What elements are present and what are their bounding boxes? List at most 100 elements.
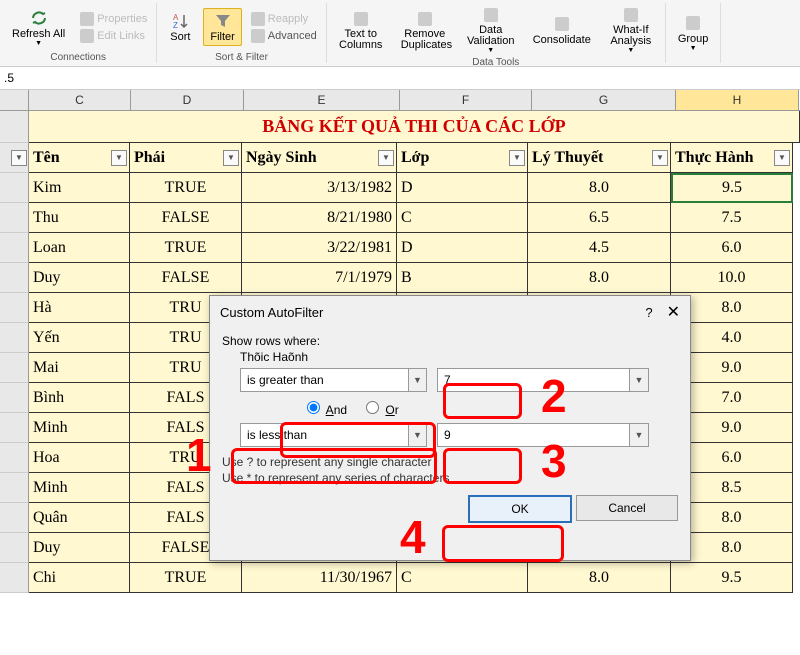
col-G[interactable]: G	[532, 90, 676, 110]
cell[interactable]: Hoa	[29, 443, 130, 473]
cell[interactable]: TRUE	[130, 563, 242, 593]
condition2-select[interactable]: ▼	[240, 423, 427, 447]
cell[interactable]: Mai	[29, 353, 130, 383]
col-H[interactable]: H	[676, 90, 799, 110]
filter-icon[interactable]: ▼	[509, 150, 525, 166]
cell[interactable]: Minh	[29, 473, 130, 503]
cell[interactable]: Loan	[29, 233, 130, 263]
chevron-down-icon[interactable]: ▼	[408, 369, 426, 391]
filter-icon[interactable]: ▼	[774, 150, 790, 166]
filter-icon[interactable]: ▼	[652, 150, 668, 166]
header-lythuyet[interactable]: Lý Thuyết▼	[528, 143, 671, 173]
cell[interactable]: Minh	[29, 413, 130, 443]
cell[interactable]: Duy	[29, 533, 130, 563]
select-all-corner[interactable]	[0, 90, 29, 110]
cell[interactable]: 8.0	[528, 173, 671, 203]
reapply-button[interactable]: Reapply	[248, 11, 320, 27]
cell[interactable]: Yến	[29, 323, 130, 353]
row-head[interactable]	[0, 263, 29, 293]
cell[interactable]: 7/1/1979	[242, 263, 397, 293]
cell[interactable]: 10.0	[671, 263, 793, 293]
row-head[interactable]	[0, 563, 29, 593]
properties-button[interactable]: Properties	[77, 11, 150, 27]
cell[interactable]: 11/30/1967	[242, 563, 397, 593]
cell[interactable]: 4.5	[528, 233, 671, 263]
cell[interactable]: C	[397, 563, 528, 593]
header-lop[interactable]: Lớp▼	[397, 143, 528, 173]
col-D[interactable]: D	[131, 90, 244, 110]
cell[interactable]: Quân	[29, 503, 130, 533]
col-C[interactable]: C	[29, 90, 131, 110]
row-head[interactable]	[0, 111, 29, 143]
cell[interactable]: D	[397, 233, 528, 263]
row-head[interactable]	[0, 293, 29, 323]
condition1-select[interactable]: ▼	[240, 368, 427, 392]
header-phai[interactable]: Phái▼	[130, 143, 242, 173]
cell[interactable]: 3/13/1982	[242, 173, 397, 203]
chevron-down-icon[interactable]: ▼	[629, 369, 648, 391]
help-button[interactable]: ?	[645, 305, 652, 320]
row-head[interactable]	[0, 173, 29, 203]
filter-button[interactable]: Filter	[203, 8, 241, 46]
row-head[interactable]	[0, 503, 29, 533]
filter-icon[interactable]: ▼	[378, 150, 394, 166]
or-radio[interactable]: Or	[361, 398, 399, 417]
refresh-all-button[interactable]: Refresh All ▼	[6, 6, 71, 49]
cell[interactable]: FALSE	[130, 263, 242, 293]
value1-input[interactable]: ▼	[437, 368, 649, 392]
cell[interactable]: 8/21/1980	[242, 203, 397, 233]
col-F[interactable]: F	[400, 90, 532, 110]
row-head[interactable]	[0, 473, 29, 503]
consolidate-button[interactable]: Consolidate	[527, 12, 597, 48]
cell[interactable]: Kim	[29, 173, 130, 203]
row-head[interactable]	[0, 353, 29, 383]
cell[interactable]: TRUE	[130, 173, 242, 203]
cell[interactable]: Chi	[29, 563, 130, 593]
filter-icon[interactable]: ▼	[111, 150, 127, 166]
filter-icon[interactable]: ▼	[11, 150, 27, 166]
edit-links-button[interactable]: Edit Links	[77, 28, 150, 44]
ok-button[interactable]: OK	[468, 495, 572, 523]
cell[interactable]: Hà	[29, 293, 130, 323]
group-button[interactable]: Group▼	[672, 11, 715, 54]
formula-bar[interactable]: .5	[0, 67, 800, 90]
row-head[interactable]	[0, 443, 29, 473]
row-head[interactable]	[0, 533, 29, 563]
cell[interactable]: FALSE	[130, 203, 242, 233]
cell[interactable]: D	[397, 173, 528, 203]
header-ten[interactable]: Tên▼▼	[29, 143, 130, 173]
cell[interactable]: 8.0	[528, 563, 671, 593]
cell[interactable]: 6.0	[671, 233, 793, 263]
data-validation-button[interactable]: Data Validation▼	[461, 3, 521, 56]
sort-button[interactable]: AZ Sort	[163, 9, 197, 45]
cell[interactable]: Duy	[29, 263, 130, 293]
header-thuchanh[interactable]: Thực Hành▼	[671, 143, 793, 173]
cell[interactable]: Bình	[29, 383, 130, 413]
filter-icon[interactable]: ▼	[223, 150, 239, 166]
text-to-columns-button[interactable]: Text to Columns	[333, 7, 389, 53]
cell[interactable]: 3/22/1981	[242, 233, 397, 263]
cell[interactable]: TRUE	[130, 233, 242, 263]
row-head[interactable]	[0, 203, 29, 233]
chevron-down-icon[interactable]: ▼	[629, 424, 648, 446]
row-head[interactable]	[0, 413, 29, 443]
header-ngaysinh[interactable]: Ngày Sinh▼	[242, 143, 397, 173]
remove-duplicates-button[interactable]: Remove Duplicates	[395, 7, 455, 53]
cell[interactable]: 9.5	[671, 173, 793, 203]
row-head[interactable]	[0, 323, 29, 353]
col-E[interactable]: E	[244, 90, 400, 110]
chevron-down-icon[interactable]: ▼	[408, 424, 426, 446]
cell[interactable]: C	[397, 203, 528, 233]
row-head[interactable]	[0, 233, 29, 263]
table-title[interactable]: BẢNG KẾT QUẢ THI CỦA CÁC LỚP	[29, 111, 800, 143]
cell[interactable]: 9.5	[671, 563, 793, 593]
and-radio[interactable]: And	[302, 398, 347, 417]
close-icon[interactable]: ✕	[667, 302, 680, 322]
row-head[interactable]	[0, 383, 29, 413]
cell[interactable]: 8.0	[528, 263, 671, 293]
cell[interactable]: Thu	[29, 203, 130, 233]
cell[interactable]: 6.5	[528, 203, 671, 233]
cell[interactable]: 7.5	[671, 203, 793, 233]
advanced-button[interactable]: Advanced	[248, 28, 320, 44]
value2-input[interactable]: ▼	[437, 423, 649, 447]
